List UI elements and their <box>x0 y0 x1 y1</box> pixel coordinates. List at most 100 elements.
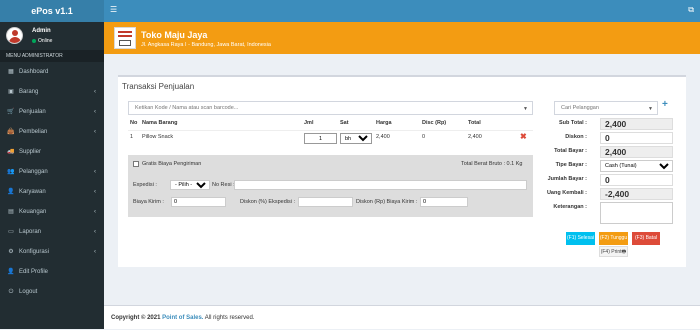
chevron-left-icon: ‹ <box>94 129 96 135</box>
chevron-down-icon[interactable]: ▼ <box>648 106 653 112</box>
brand-link[interactable]: Point of Sales. <box>162 315 203 321</box>
total-label: Total Bayar : <box>554 148 587 154</box>
chevron-left-icon: ‹ <box>94 189 96 195</box>
menu-toggle-icon[interactable]: ☰ <box>110 6 117 14</box>
quantity-input[interactable] <box>304 133 337 144</box>
table-header: No Nama Barang Jml Sat Harga Disc (Rp) T… <box>128 120 533 130</box>
shipping-cost-input[interactable] <box>171 197 226 207</box>
expedition-discount-pct-label: Diskon (%) Ekspedisi : <box>240 199 296 205</box>
sidebar-item-barang[interactable]: ▣ Barang ‹ <box>0 82 104 102</box>
gear-icon: ⚙ <box>8 249 14 255</box>
pay-type-select[interactable]: Cash (Tunai) <box>600 160 673 172</box>
discount-value[interactable]: 0 <box>600 132 673 144</box>
sidebar-item-label: Pelanggan <box>19 169 48 175</box>
chevron-left-icon: ‹ <box>94 229 96 235</box>
shipping-panel: Gratis Biaya Pengiriman Total Berat Brut… <box>128 155 533 217</box>
resi-label: No Resi : <box>212 182 235 188</box>
weight-label: Total Berat Bruto : 0.1 Kg <box>461 161 523 167</box>
money-icon: ▤ <box>8 209 14 215</box>
subtotal-label: Sub Total : <box>558 120 587 126</box>
cancel-button[interactable]: (F3) Batal <box>632 232 660 245</box>
sidebar-item-label: Dashboard <box>19 69 49 75</box>
col-qty: Jml <box>304 120 314 126</box>
sidebar-item-logout[interactable]: ⏻ Logout <box>0 282 104 302</box>
sidebar-item-dashboard[interactable]: ▦ Dashboard <box>0 62 104 82</box>
print-label: (F4) Print <box>600 249 622 255</box>
resi-input[interactable] <box>234 180 527 190</box>
shipping-discount-rp-label: Diskon (Rp) Biaya Kirim : <box>356 199 418 205</box>
product-search[interactable]: ▼ <box>128 101 533 115</box>
menu-header: MENU ADMINISTRATOR <box>0 50 104 62</box>
top-navbar: ePos v1.1 ☰ ⧉ <box>0 0 700 22</box>
sidebar-item-label: Barang <box>19 89 39 95</box>
paid-label: Jumlah Bayar : <box>547 176 587 182</box>
sidebar-item-label: Laporan <box>19 229 42 235</box>
pay-type-label: Tipe Bayar : <box>555 162 587 168</box>
sidebar-item-laporan[interactable]: ▭ Laporan ‹ <box>0 222 104 242</box>
chevron-left-icon: ‹ <box>94 209 96 215</box>
sidebar-item-karyawan[interactable]: 👤 Karyawan ‹ <box>0 182 104 202</box>
sidebar-item-label: Edit Profile <box>19 269 49 275</box>
note-textarea[interactable] <box>600 202 673 224</box>
sidebar-item-label: Konfigurasi <box>19 249 50 255</box>
report-icon: ▭ <box>8 229 14 235</box>
power-icon: ⏻ <box>8 289 14 295</box>
row-no: 1 <box>130 134 134 140</box>
sidebar-item-label: Karyawan <box>19 189 46 195</box>
table-row: 1 Pillow Snack bh 2,400 0 2,400 ✖ <box>128 130 533 144</box>
sidebar-item-supplier[interactable]: 🚚 Supplier <box>0 142 104 162</box>
users-icon: 👥 <box>7 169 15 175</box>
free-shipping-checkbox[interactable] <box>133 161 139 167</box>
unit-select[interactable]: bh <box>340 133 372 144</box>
sidebar-item-keuangan[interactable]: ▤ Keuangan ‹ <box>0 202 104 222</box>
shipping-discount-rp-input[interactable] <box>420 197 468 207</box>
transaction-panel: Transaksi Penjualan ▼ ▼ + No Nama Barang… <box>118 75 686 267</box>
row-name: Pillow Snack <box>142 134 174 140</box>
col-price: Harga <box>376 120 392 126</box>
sidebar-item-pembelian[interactable]: 👜 Pembelian ‹ <box>0 122 104 142</box>
store-name: Toko Maju Jaya <box>141 30 208 40</box>
customer-search[interactable]: ▼ <box>554 101 658 115</box>
footer: Copyright © 2021 Point of Sales. All rig… <box>104 305 700 329</box>
discount-label: Diskon : <box>565 134 587 140</box>
customer-search-input[interactable] <box>555 102 645 114</box>
summary-panel: Sub Total : 2,400 Diskon : 0 Total Bayar :… <box>546 117 673 227</box>
chevron-left-icon: ‹ <box>94 109 96 115</box>
change-value: -2,400 <box>600 188 673 200</box>
save-button[interactable]: (F1) Selesai <box>566 232 595 245</box>
col-total: Total <box>468 120 481 126</box>
sidebar-item-label: Pembelian <box>19 129 48 135</box>
col-name: Nama Barang <box>142 120 178 126</box>
delete-item-icon[interactable]: ✖ <box>520 133 527 141</box>
rights-text: All rights reserved. <box>204 315 255 321</box>
paid-input[interactable]: 0 <box>600 174 673 186</box>
user-icon: 👤 <box>7 269 15 275</box>
app-logo[interactable]: ePos v1.1 <box>0 0 104 22</box>
row-price: 2,400 <box>376 134 390 140</box>
shipping-cost-label: Biaya Kirim : <box>133 199 164 205</box>
chevron-left-icon: ‹ <box>94 249 96 255</box>
col-unit: Sat <box>340 120 349 126</box>
change-label: Uang Kembali : <box>546 190 587 196</box>
sidebar-item-label: Keuangan <box>19 209 47 215</box>
add-customer-icon[interactable]: + <box>662 100 668 110</box>
pending-button[interactable]: (F2) Tunggu <box>599 232 628 245</box>
product-search-input[interactable] <box>129 102 509 114</box>
chevron-down-icon[interactable]: ▼ <box>523 106 528 112</box>
sidebar-item-konfigurasi[interactable]: ⚙ Konfigurasi ‹ <box>0 242 104 262</box>
cube-icon: ▣ <box>8 89 14 95</box>
avatar <box>6 27 23 44</box>
expedition-select[interactable]: - Pilih - <box>170 180 210 190</box>
sidebar-item-pelanggan[interactable]: 👥 Pelanggan ‹ <box>0 162 104 182</box>
expedition-discount-pct-input[interactable] <box>298 197 353 207</box>
print-button[interactable]: (F4) Print🖶 <box>599 246 628 257</box>
sidebar-item-penjualan[interactable]: 🛒 Penjualan ‹ <box>0 102 104 122</box>
row-discount: 0 <box>422 134 426 140</box>
row-total: 2,400 <box>468 134 482 140</box>
user-name: Admin <box>32 28 51 34</box>
sidebar-item-label: Penjualan <box>19 109 46 115</box>
chevron-left-icon: ‹ <box>94 169 96 175</box>
store-logo <box>114 27 136 49</box>
sidebar-item-edit-profile[interactable]: 👤 Edit Profile <box>0 262 104 282</box>
external-link-icon[interactable]: ⧉ <box>688 6 694 14</box>
